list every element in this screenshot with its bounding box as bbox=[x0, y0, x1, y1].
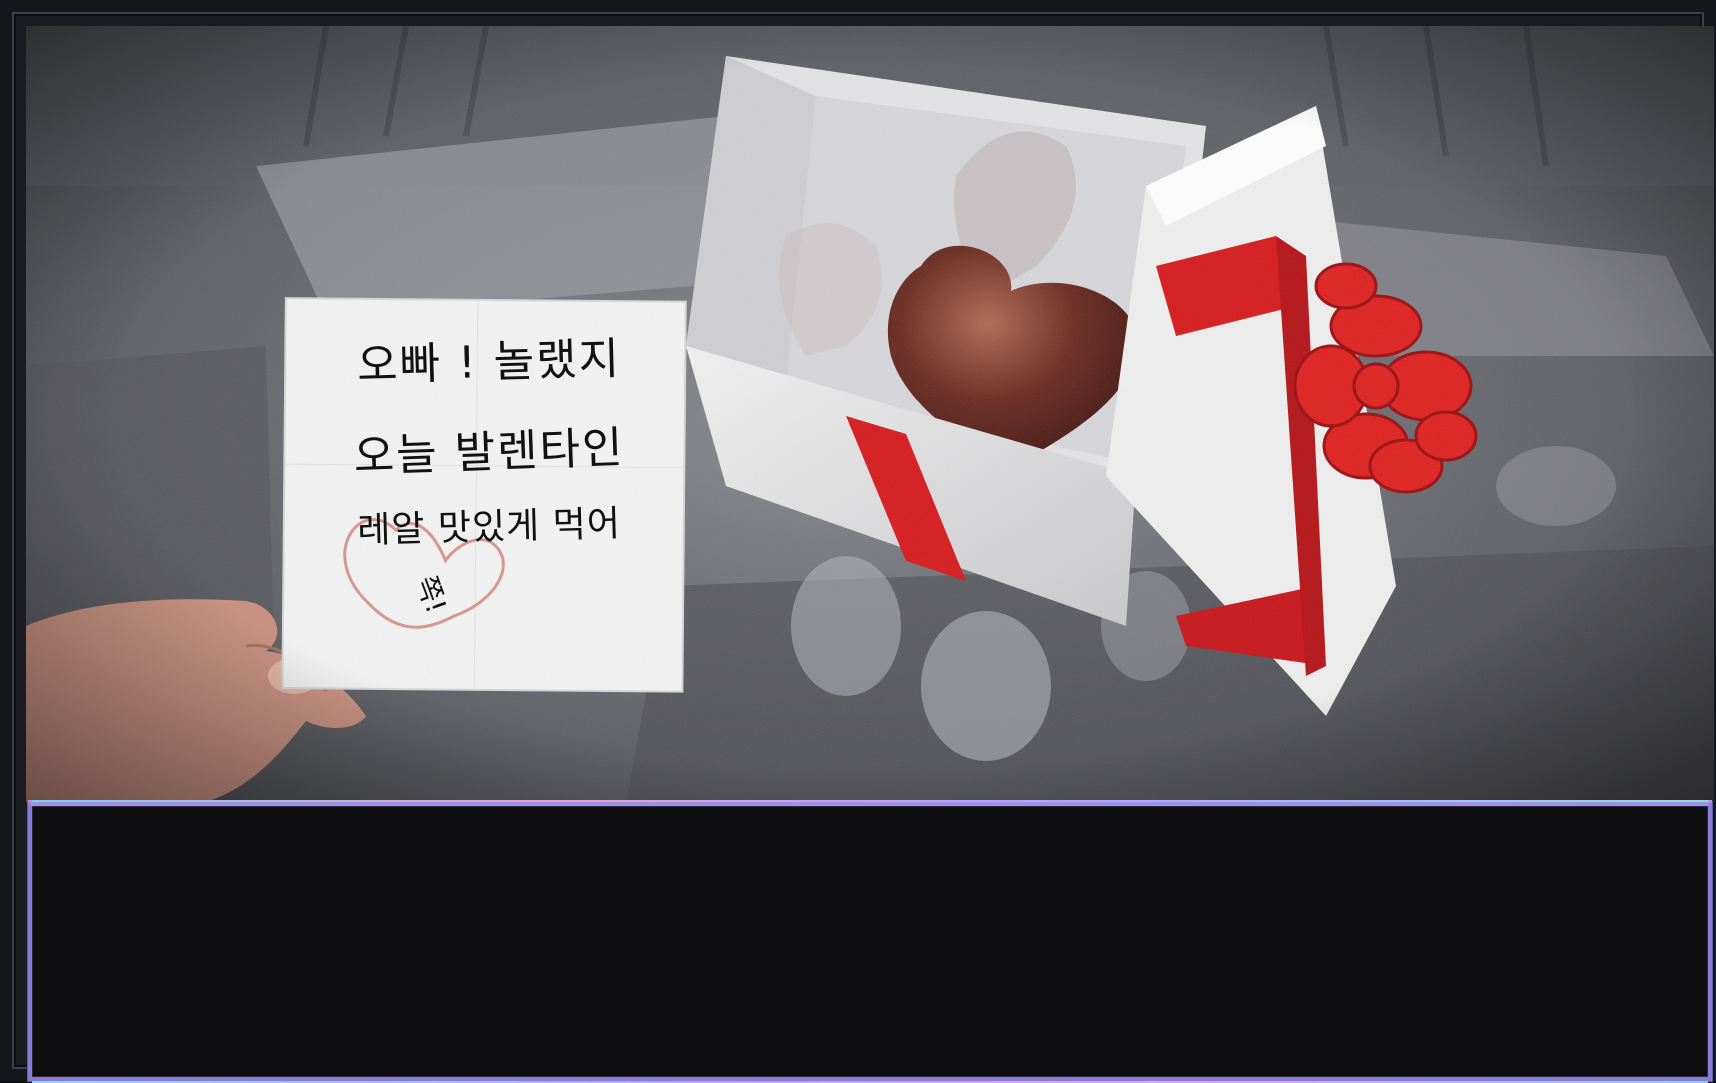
game-frame: 오빠 ! 놀랬지 오늘 발렌타인 레알 맛있게 먹어 쪽! bbox=[0, 0, 1716, 1083]
scene-illustration bbox=[26, 26, 1714, 802]
note-line-2: 오늘 발렌타인 bbox=[352, 422, 626, 483]
dialogue-border-glow bbox=[32, 800, 1708, 802]
note-line-3: 레알 맛있게 먹어 bbox=[356, 503, 622, 552]
note-text: 오빠 ! 놀랬지 오늘 발렌타인 레알 맛있게 먹어 쪽! bbox=[304, 326, 674, 618]
scene-background: 오빠 ! 놀랬지 오늘 발렌타인 레알 맛있게 먹어 쪽! bbox=[26, 26, 1714, 802]
note-line-1: 오빠 ! 놀랬지 bbox=[356, 333, 622, 392]
dialogue-box[interactable] bbox=[28, 800, 1712, 1083]
